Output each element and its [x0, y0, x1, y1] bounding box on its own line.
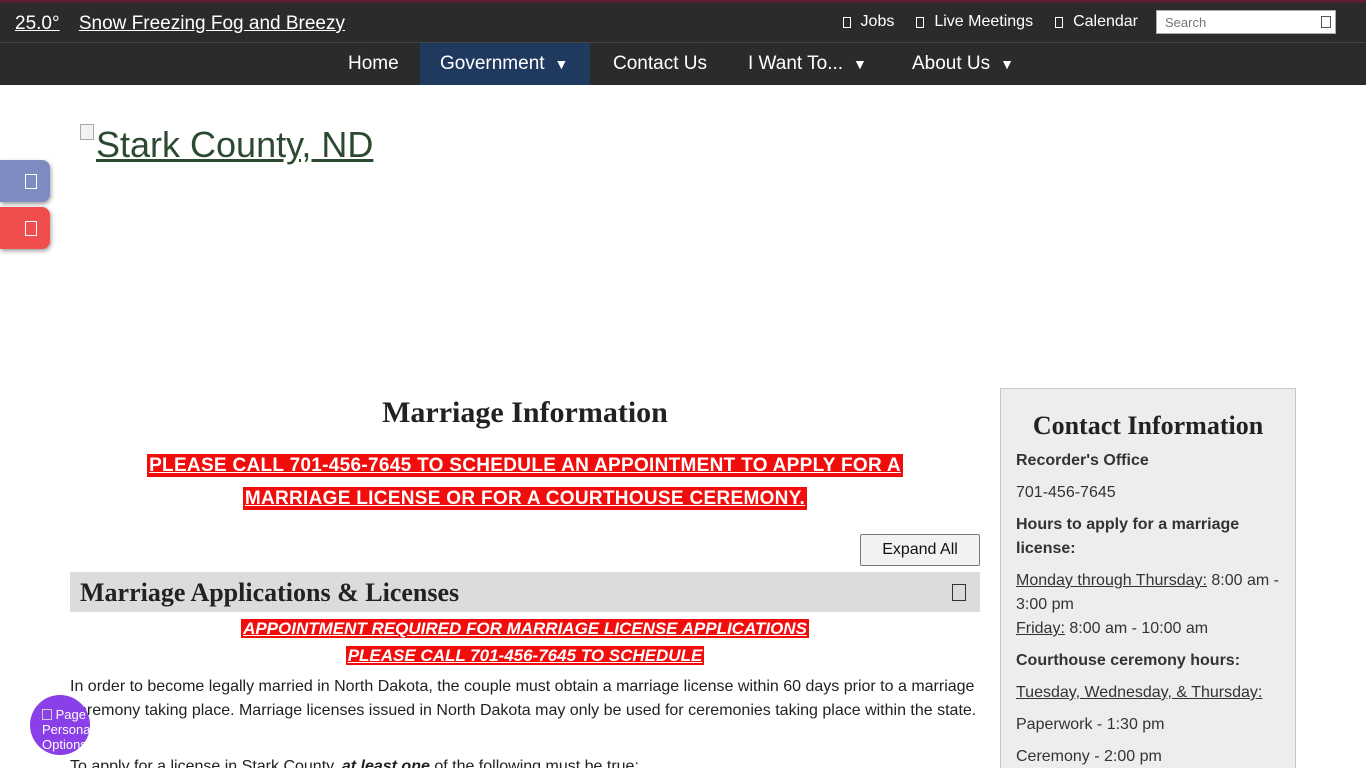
site-logo: Stark County, ND	[80, 124, 373, 166]
nav-i-want-to[interactable]: I Want To... ▼	[728, 43, 887, 85]
sidebar-title: Contact Information	[1032, 411, 1264, 440]
personalization-widget[interactable]: Page Personalization Options	[30, 695, 90, 755]
utility-bar: 25.0° Snow Freezing Fog and Breezy Jobs …	[0, 0, 1366, 42]
nav-home[interactable]: Home	[328, 43, 419, 85]
chevron-down-icon: ▼	[1000, 56, 1015, 72]
calendar-link[interactable]: Calendar	[1055, 13, 1138, 31]
alert-line-1[interactable]: PLEASE CALL 701-456-7645 TO SCHEDULE AN …	[147, 454, 903, 477]
friday-hours: Friday: 8:00 am - 10:00 am	[1016, 620, 1209, 637]
weather-temp-link[interactable]: 25.0°	[15, 13, 60, 34]
utility-links: Jobs Live Meetings Calendar	[842, 10, 1336, 34]
live-meetings-icon	[916, 16, 925, 28]
weather-condition-link[interactable]: Snow Freezing Fog and Breezy	[79, 13, 345, 34]
nav-government[interactable]: Government ▼	[420, 43, 590, 85]
accordion-title: Marriage Applications & Licenses	[80, 578, 460, 607]
ceremony-time: Ceremony - 2:00 pm	[1016, 748, 1162, 765]
floating-button-blue[interactable]	[0, 160, 50, 202]
ceremony-days: Tuesday, Wednesday, & Thursday:	[1016, 684, 1263, 701]
req-line-2[interactable]: PLEASE CALL 701-456-7645 TO SCHEDULE	[345, 646, 705, 665]
broken-image-icon	[80, 124, 94, 140]
req-line-1[interactable]: APPOINTMENT REQUIRED FOR MARRIAGE LICENS…	[241, 619, 809, 638]
appointment-alert: PLEASE CALL 701-456-7645 TO SCHEDULE AN …	[70, 449, 980, 515]
search-icon[interactable]	[1321, 16, 1331, 28]
ceremony-hours-label: Courthouse ceremony hours:	[1016, 652, 1241, 669]
weather-widget: 25.0° Snow Freezing Fog and Breezy	[15, 13, 345, 35]
alert-icon	[25, 221, 37, 236]
live-meetings-link[interactable]: Live Meetings	[916, 13, 1033, 31]
collapse-icon[interactable]	[952, 584, 966, 601]
accordion-header[interactable]: Marriage Applications & Licenses	[70, 572, 980, 612]
alert-line-2[interactable]: MARRIAGE LICENSE OR FOR A COURTHOUSE CER…	[242, 487, 808, 510]
chevron-down-icon: ▼	[554, 56, 569, 72]
main-nav: Home Government ▼ Contact Us I Want To...…	[0, 42, 1366, 85]
at-least-one-emphasis: at least one	[341, 758, 430, 768]
expand-all-button[interactable]: Expand All	[860, 534, 980, 566]
logo-link[interactable]: Stark County, ND	[96, 124, 373, 165]
marriage-license-paragraph: In order to become legally married in No…	[70, 678, 977, 719]
jobs-link[interactable]: Jobs	[842, 13, 894, 31]
jobs-icon	[842, 16, 851, 28]
appointment-required-notice: APPOINTMENT REQUIRED FOR MARRIAGE LICENS…	[70, 615, 980, 669]
office-name: Recorder's Office	[1016, 452, 1149, 469]
search-box	[1156, 10, 1336, 34]
license-requirements-paragraph: To apply for a license in Stark County, …	[70, 755, 980, 768]
nav-about-us[interactable]: About Us ▼	[892, 43, 1034, 85]
nav-contact-us[interactable]: Contact Us	[593, 43, 727, 85]
page-title: Marriage Information	[382, 396, 668, 429]
license-hours-label: Hours to apply for a marriage license:	[1016, 516, 1240, 557]
chevron-down-icon: ▼	[853, 56, 867, 72]
contact-sidebar: Contact Information Recorder's Office 70…	[1000, 388, 1296, 768]
calendar-icon	[1055, 16, 1064, 28]
search-input[interactable]	[1157, 11, 1307, 33]
mon-thu-hours: Monday through Thursday: 8:00 am - 3:00 …	[1016, 572, 1279, 613]
broken-image-icon	[42, 709, 52, 720]
paperwork-time: Paperwork - 1:30 pm	[1016, 716, 1165, 733]
office-phone: 701-456-7645	[1016, 484, 1116, 501]
floating-button-red[interactable]	[0, 207, 50, 249]
share-icon	[25, 174, 37, 189]
